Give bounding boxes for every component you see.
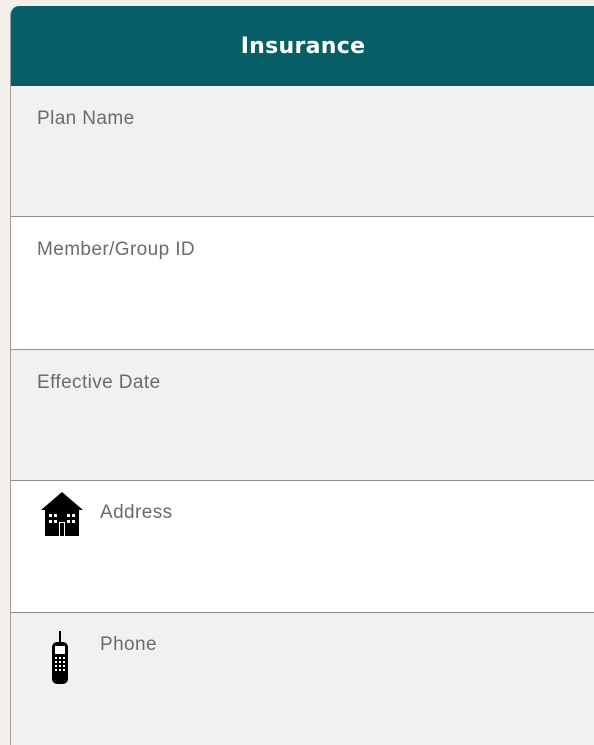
plan-name-field[interactable]: Plan Name [11, 86, 594, 217]
cell-phone-icon [51, 631, 69, 684]
house-icon [41, 492, 83, 536]
phone-field[interactable]: Phone [11, 613, 594, 745]
card-title: Insurance [240, 33, 366, 59]
insurance-card: Insurance Plan Name Member/Group ID Effe… [10, 6, 594, 745]
address-field[interactable]: Address [11, 481, 594, 613]
member-group-id-field[interactable]: Member/Group ID [11, 217, 594, 350]
plan-name-label: Plan Name [37, 108, 135, 129]
address-label: Address [100, 502, 173, 523]
effective-date-field[interactable]: Effective Date [11, 350, 594, 481]
card-header: Insurance [11, 6, 594, 86]
member-group-id-label: Member/Group ID [37, 239, 196, 260]
effective-date-label: Effective Date [37, 372, 161, 393]
phone-label: Phone [100, 634, 157, 655]
